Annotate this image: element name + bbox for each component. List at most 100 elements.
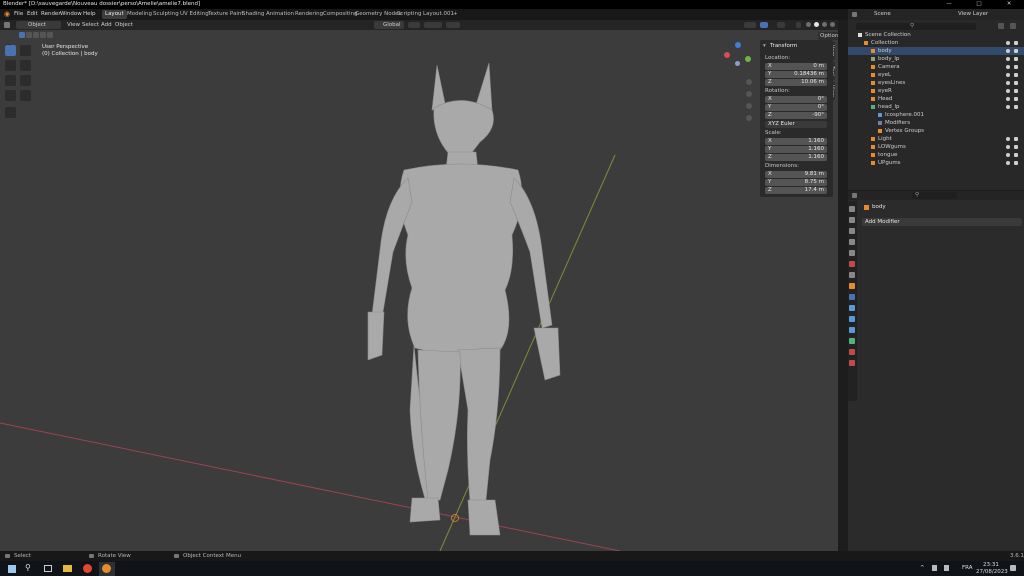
start-windows-icon[interactable]	[8, 565, 16, 573]
material-tab-icon[interactable]	[849, 349, 855, 355]
blender-logo-icon[interactable]: ◉	[4, 11, 12, 18]
tab-layout[interactable]: Layout	[102, 10, 127, 19]
collection-tab-icon[interactable]	[849, 272, 855, 278]
visibility-eye-icon[interactable]	[1006, 49, 1010, 53]
outliner-row[interactable]: Modifiers	[848, 119, 1024, 127]
cursor-tool-icon[interactable]	[20, 45, 31, 56]
visibility-eye-icon[interactable]	[1006, 81, 1010, 85]
constraints-tab-icon[interactable]	[849, 327, 855, 333]
chrome-icon[interactable]	[83, 564, 92, 573]
scene-tab-icon[interactable]	[849, 250, 855, 256]
maximize-button[interactable]: □	[964, 0, 994, 9]
viewport-menu-view[interactable]: View	[67, 20, 80, 30]
search-icon[interactable]: ⚲	[25, 564, 31, 572]
render-camera-icon[interactable]	[1014, 161, 1018, 165]
measure-tool-icon[interactable]	[20, 90, 31, 101]
location-z-field[interactable]: Z 10.06 m	[765, 79, 827, 86]
rotation-z-field[interactable]: Z -90°	[765, 112, 827, 119]
visibility-eye-icon[interactable]	[1006, 145, 1010, 149]
render-camera-icon[interactable]	[1014, 153, 1018, 157]
scale-y-field[interactable]: Y 1.160	[765, 146, 827, 153]
add-cube-tool-icon[interactable]	[5, 107, 16, 118]
render-camera-icon[interactable]	[1014, 145, 1018, 149]
gizmo-z-icon[interactable]	[735, 42, 741, 48]
dimensions-y-field[interactable]: Y 8.75 m	[765, 179, 827, 186]
snap-toggle[interactable]	[424, 22, 442, 28]
network-icon[interactable]	[932, 565, 937, 571]
scale-tool-icon[interactable]	[5, 75, 16, 86]
solid-shading-button[interactable]	[814, 22, 819, 27]
render-camera-icon[interactable]	[1014, 65, 1018, 69]
outliner-root[interactable]: Scene Collection	[848, 31, 1024, 39]
output-tab-icon[interactable]	[849, 228, 855, 234]
visibility-eye-icon[interactable]	[1006, 73, 1010, 77]
visibility-eye-icon[interactable]	[1006, 97, 1010, 101]
outliner-row[interactable]: body_lp	[848, 55, 1024, 63]
visibility-eye-icon[interactable]	[1006, 41, 1010, 45]
properties-editor-icon[interactable]	[852, 193, 857, 198]
viewport-menu-object[interactable]: Object	[115, 20, 133, 30]
render-camera-icon[interactable]	[1014, 137, 1018, 141]
filter-icon[interactable]	[998, 23, 1004, 29]
visibility-dropdown[interactable]	[744, 22, 756, 28]
outliner-row[interactable]: Head	[848, 95, 1024, 103]
menu-window[interactable]: Window	[60, 9, 82, 20]
outliner-row[interactable]: UPgums	[848, 159, 1024, 167]
select-subtract-icon[interactable]	[33, 32, 39, 38]
dimensions-z-field[interactable]: Z 17.4 m	[765, 187, 827, 194]
scale-x-field[interactable]: X 1.160	[765, 138, 827, 145]
rotation-mode-dropdown[interactable]: XYZ Euler	[765, 121, 827, 128]
view-layer-selector[interactable]: View Layer	[958, 9, 988, 20]
location-x-field[interactable]: X 0 m	[765, 63, 827, 70]
navigation-gizmo[interactable]	[724, 42, 754, 72]
rotate-tool-icon[interactable]	[20, 60, 31, 71]
render-camera-icon[interactable]	[1014, 105, 1018, 109]
visibility-eye-icon[interactable]	[1006, 65, 1010, 69]
tool-tab-icon[interactable]	[849, 206, 855, 212]
render-camera-icon[interactable]	[1014, 57, 1018, 61]
select-intersect-icon[interactable]	[47, 32, 53, 38]
outliner-row[interactable]: Vertex Groups	[848, 127, 1024, 135]
outliner-row[interactable]: eyeR	[848, 87, 1024, 95]
view-layer-tab-icon[interactable]	[849, 239, 855, 245]
visibility-eye-icon[interactable]	[1006, 57, 1010, 61]
outliner-row[interactable]: Icosphere.001	[848, 111, 1024, 119]
world-tab-icon[interactable]	[849, 261, 855, 267]
pan-hand-icon[interactable]	[746, 91, 752, 97]
editor-type-icon[interactable]	[4, 22, 10, 28]
select-box-tool-icon[interactable]	[5, 45, 16, 56]
render-camera-icon[interactable]	[1014, 73, 1018, 77]
visibility-eye-icon[interactable]	[1006, 161, 1010, 165]
gizmo-x-icon[interactable]	[724, 52, 730, 58]
render-camera-icon[interactable]	[1014, 89, 1018, 93]
dimensions-x-field[interactable]: X 9.81 m	[765, 171, 827, 178]
outliner-row[interactable]: eyeL	[848, 71, 1024, 79]
modifier-tab-icon[interactable]	[849, 294, 855, 300]
viewport-menu-add[interactable]: Add	[101, 20, 112, 30]
particles-tab-icon[interactable]	[849, 305, 855, 311]
rotation-y-field[interactable]: Y 0°	[765, 104, 827, 111]
pivot-dropdown[interactable]	[408, 22, 420, 28]
select-invert-icon[interactable]	[40, 32, 46, 38]
scale-z-field[interactable]: Z 1.160	[765, 154, 827, 161]
camera-view-icon[interactable]	[746, 103, 752, 109]
zoom-icon[interactable]	[746, 79, 752, 85]
3d-viewport[interactable]: User Perspective (0) Collection | body O…	[0, 30, 838, 551]
notifications-icon[interactable]	[1010, 565, 1016, 571]
gizmo-toggle[interactable]	[760, 22, 768, 28]
outliner-row[interactable]: Camera	[848, 63, 1024, 71]
render-camera-icon[interactable]	[1014, 41, 1018, 45]
panel-collapse-icon[interactable]: ▾	[763, 43, 766, 49]
perspective-toggle-icon[interactable]	[746, 115, 752, 121]
location-y-field[interactable]: Y 0.18436 m	[765, 71, 827, 78]
rendered-shading-button[interactable]	[830, 22, 835, 27]
texture-tab-icon[interactable]	[849, 360, 855, 366]
menu-help[interactable]: Help	[83, 9, 96, 20]
viewport-menu-select[interactable]: Select	[82, 20, 99, 30]
rotation-x-field[interactable]: X 0°	[765, 96, 827, 103]
gizmo-y-icon[interactable]	[745, 56, 751, 62]
tray-chevron-icon[interactable]: ^	[920, 565, 925, 571]
render-camera-icon[interactable]	[1014, 81, 1018, 85]
clock-date[interactable]: 27/08/2023	[976, 569, 1008, 575]
outliner-row[interactable]: tongue	[848, 151, 1024, 159]
